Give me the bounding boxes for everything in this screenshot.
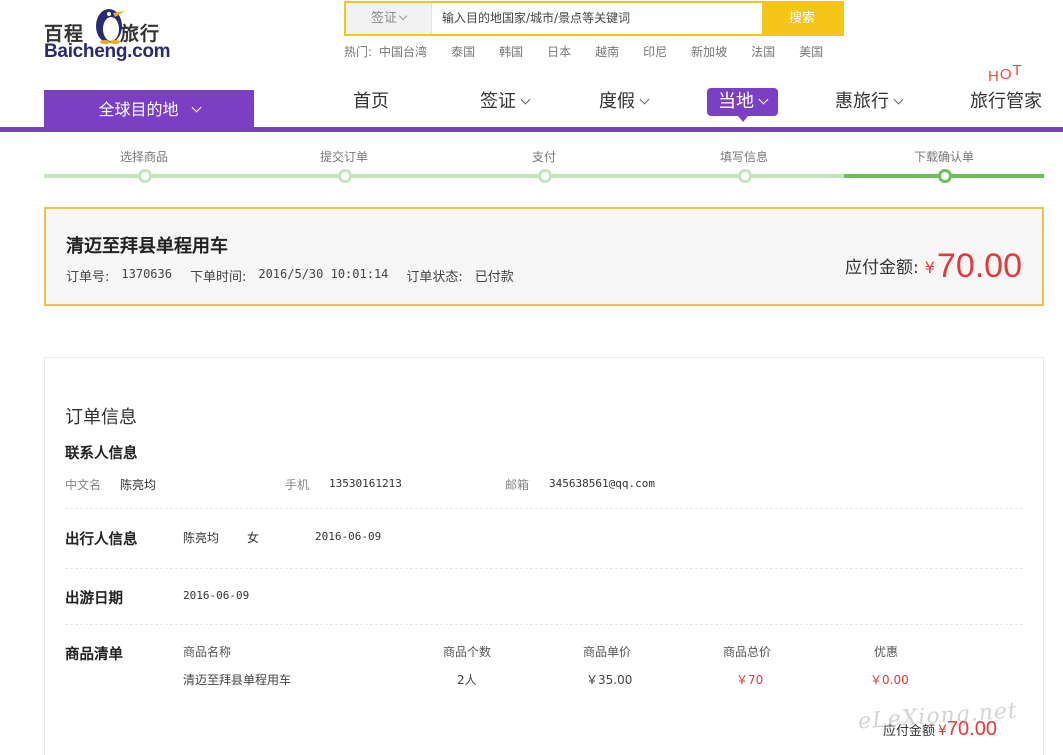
traveler-name: 陈亮均 [183,531,220,545]
bottom-amount-label: 应付金额 [883,724,936,739]
order-status-label: 订单状态: [406,270,463,285]
currency-symbol: ¥ [924,258,935,277]
nav-local-label: 当地 [718,91,754,112]
search-button[interactable]: 搜索 [762,3,842,34]
travel-date: 2016-06-09 [183,589,250,602]
chevron-down-icon [191,102,201,113]
penguin-mascot-icon [96,9,125,44]
goods-cell-name: 清迈至拜县单程用车 [183,673,292,687]
contact-email: 345638561@qq.com [549,477,655,490]
goods-header-total: 商品总价 [723,645,772,659]
amount-due-value: 70.00 [936,247,1022,285]
hot-link-japan[interactable]: 日本 [547,43,571,60]
nav-vacation[interactable]: 度假 [599,88,650,116]
global-destination-button[interactable]: 全球目的地 [44,90,254,129]
nav-visa[interactable]: 签证 [480,88,531,116]
goods-header-name: 商品名称 [183,645,232,659]
chevron-down-icon [639,94,650,105]
nav-travel-butler[interactable]: 旅行管家 [970,88,1042,116]
order-time: 2016/5/30 10:01:14 [258,267,389,281]
goods-header-unit-price: 商品单价 [583,645,632,659]
step-label-pay: 支付 [531,150,556,164]
order-meta: 订单号: 1370636 下单时间: 2016/5/30 10:01:14 订单… [66,266,532,285]
traveler-section-title: 出行人信息 [65,532,138,548]
hot-link-thailand[interactable]: 泰国 [451,43,475,60]
chevron-down-icon [758,94,769,105]
step-label-fill: 填写信息 [719,150,768,164]
nav-local[interactable]: 当地 [707,88,778,122]
nav-vacation-label: 度假 [599,91,635,112]
chevron-down-icon [893,94,904,105]
goods-header-discount: 优惠 [874,645,899,659]
search-type-select[interactable]: 签证 [346,3,432,34]
hot-link-vietnam[interactable]: 越南 [595,43,619,60]
search-input[interactable]: 输入目的地国家/城市/景点等关键词 [442,3,630,34]
step-dot [138,169,152,183]
nav-deals[interactable]: 惠旅行 [835,88,904,116]
contact-name: 陈亮均 [120,478,157,492]
goods-cell-discount: ￥0.00 [870,673,909,687]
hot-link-france[interactable]: 法国 [751,43,775,60]
nav-home-label: 首页 [353,91,389,112]
order-info-panel: 订单信息 联系人信息 中文名 陈亮均 手机 13530161213 邮箱 345… [44,357,1044,755]
contact-phone-label: 手机 [285,478,310,492]
step-dot [538,169,552,183]
divider [65,568,1023,569]
hot-link-usa[interactable]: 美国 [799,43,823,60]
hot-link-korea[interactable]: 韩国 [499,43,523,60]
order-no: 1370636 [121,267,172,281]
currency-symbol: ¥ [938,723,947,739]
contact-phone: 13530161213 [329,477,402,490]
step-dot [738,169,752,183]
amount-due: 应付金额: ¥70.00 [845,247,1022,286]
contact-section-title: 联系人信息 [65,446,138,462]
travel-date-title: 出游日期 [65,591,123,607]
hot-link-indonesia[interactable]: 印尼 [643,43,667,60]
logo[interactable]: 百程 旅行 Baicheng.com [44,2,174,64]
global-destination-label: 全球目的地 [98,100,179,119]
order-no-label: 订单号: [66,270,110,285]
search-bar: 签证 输入目的地国家/城市/景点等关键词 搜索 [344,1,844,36]
goods-cell-total: ￥70 [736,673,764,687]
goods-cell-qty: 2人 [457,673,477,687]
order-time-label: 下单时间: [189,270,247,285]
amount-due-label: 应付金额: [844,258,919,278]
nav-home[interactable]: 首页 [353,88,389,116]
divider [65,508,1023,509]
traveler-date: 2016-06-09 [315,530,382,543]
contact-name-label: 中文名 [65,478,102,492]
hot-badge: HOT [988,62,1023,85]
traveler-gender: 女 [247,531,260,545]
hot-destinations: 热门: 中国台湾 泰国 韩国 日本 越南 印尼 新加坡 法国 美国 [344,43,847,60]
chevron-down-icon [520,94,531,105]
search-type-label: 签证 [370,11,397,26]
step-dot [338,169,352,183]
product-title: 清迈至拜县单程用车 [66,236,228,257]
hot-link-singapore[interactable]: 新加坡 [691,43,727,60]
step-label-download: 下载确认单 [913,150,974,164]
nav-travel-butler-label: 旅行管家 [970,91,1042,112]
goods-cell-unit-price: ￥35.00 [586,673,633,687]
order-status: 已付款 [474,270,514,285]
order-info-title: 订单信息 [65,407,137,428]
chevron-down-icon [398,11,408,21]
hot-link-taiwan[interactable]: 中国台湾 [379,43,427,60]
bottom-amount-due: 应付金额 ¥70.00 [883,718,997,741]
step-label-submit: 提交订单 [319,150,368,164]
progress-track [44,174,844,178]
step-dot-current [938,169,952,183]
contact-email-label: 邮箱 [505,478,530,492]
logo-en: Baicheng.com [44,41,171,62]
goods-section-title: 商品清单 [65,647,123,663]
order-summary: 清迈至拜县单程用车 订单号: 1370636 下单时间: 2016/5/30 1… [44,207,1044,306]
step-label-select: 选择商品 [119,150,168,164]
nav-deals-label: 惠旅行 [835,91,889,112]
divider [65,624,1023,625]
goods-header-qty: 商品个数 [443,645,492,659]
hot-label: 热门: [344,45,373,59]
nav-visa-label: 签证 [480,91,516,112]
bottom-amount-value: 70.00 [946,718,997,740]
